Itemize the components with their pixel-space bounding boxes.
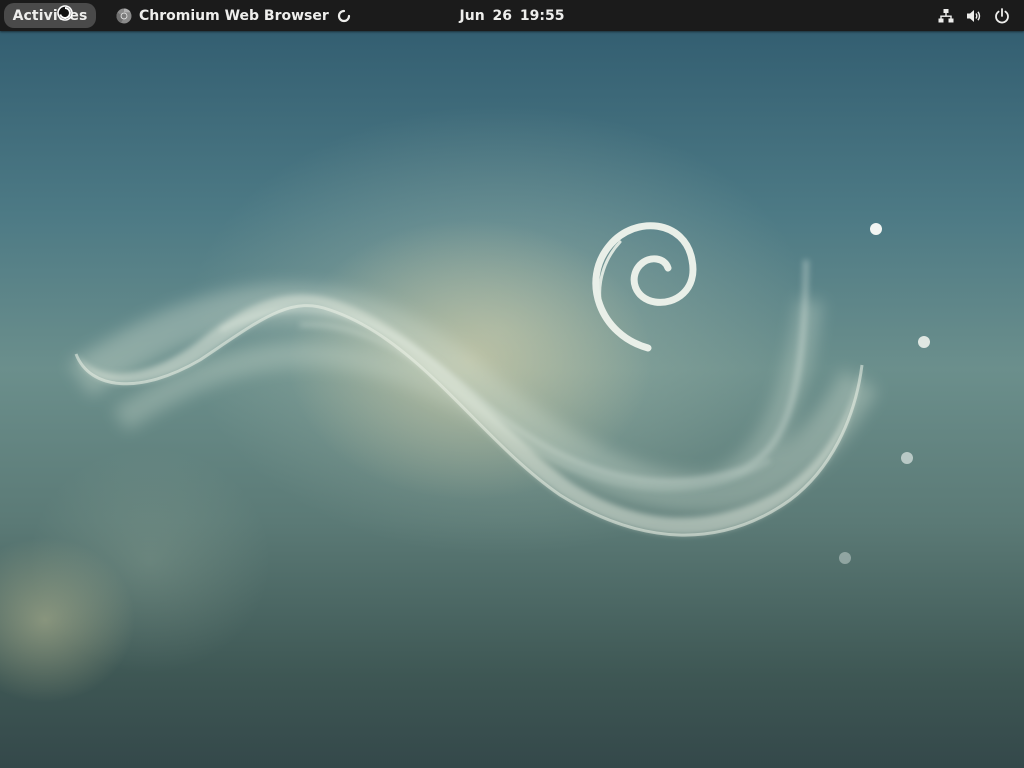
sparkle-dot xyxy=(870,223,882,235)
top-bar: Activities Chromium Web Browser Jun 26 1… xyxy=(0,0,1024,31)
power-icon xyxy=(995,7,1009,23)
wallpaper xyxy=(0,0,1024,768)
network-wired-icon xyxy=(938,8,954,22)
wallpaper-art xyxy=(68,222,930,564)
app-menu-label: Chromium Web Browser xyxy=(139,7,329,24)
app-menu[interactable]: Chromium Web Browser xyxy=(116,0,351,31)
activities-label: Activities xyxy=(12,7,88,24)
mouse-cursor-busy-icon xyxy=(57,5,73,21)
debian-swirl-logo xyxy=(592,222,697,352)
volume-icon xyxy=(967,9,981,22)
clock[interactable]: Jun 26 19:55 xyxy=(460,8,565,24)
sparkle-dot xyxy=(918,336,930,348)
spinner-icon xyxy=(337,9,350,22)
sparkle-dot xyxy=(839,552,851,564)
desktop: Activities Chromium Web Browser Jun 26 1… xyxy=(0,0,1024,768)
system-status-menu[interactable] xyxy=(926,0,1010,31)
activities-button[interactable]: Activities xyxy=(4,3,96,28)
sparkle-dot xyxy=(901,452,913,464)
chromium-icon xyxy=(116,8,132,23)
